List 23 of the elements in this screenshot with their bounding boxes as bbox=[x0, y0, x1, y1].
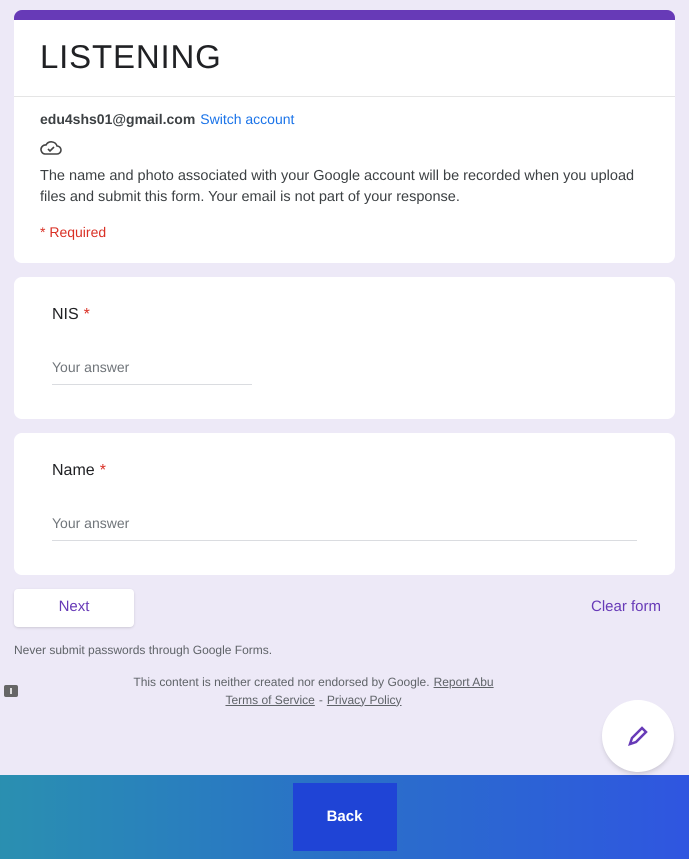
answer-field[interactable]: Your answer bbox=[52, 356, 252, 384]
question-label: NIS bbox=[52, 304, 79, 324]
answer-field[interactable]: Your answer bbox=[52, 512, 637, 540]
required-asterisk: * bbox=[100, 460, 106, 480]
separator-text: - bbox=[318, 692, 323, 708]
required-asterisk: * bbox=[84, 304, 90, 324]
back-button[interactable]: Back bbox=[292, 783, 396, 851]
pencil-icon bbox=[626, 724, 650, 748]
privacy-link[interactable]: Privacy Policy bbox=[326, 690, 402, 708]
report-abuse-link[interactable]: Report Abu bbox=[434, 672, 494, 690]
privacy-notice: The name and photo associated with your Google account will be recorded when you upload files and submit this form. Your email is not part of your response. bbox=[40, 166, 636, 206]
question-label: Name bbox=[52, 460, 95, 480]
terms-link[interactable]: Terms of Service bbox=[225, 690, 315, 708]
password-warning: Never submit passwords through Google Forms. bbox=[13, 642, 274, 658]
next-button[interactable]: Next bbox=[14, 588, 134, 626]
required-note: * Required bbox=[40, 222, 108, 242]
account-email: edu4shs01@gmail.com bbox=[40, 110, 196, 129]
cloud-check-icon bbox=[40, 140, 62, 156]
badge-icon bbox=[4, 684, 18, 696]
disclaimer-text: This content is neither created nor endorsed by Google. bbox=[133, 674, 430, 690]
clear-form-button[interactable]: Clear form bbox=[590, 596, 675, 619]
form-title: LISTENING bbox=[40, 37, 223, 77]
switch-account-link[interactable]: Switch account bbox=[200, 108, 294, 130]
